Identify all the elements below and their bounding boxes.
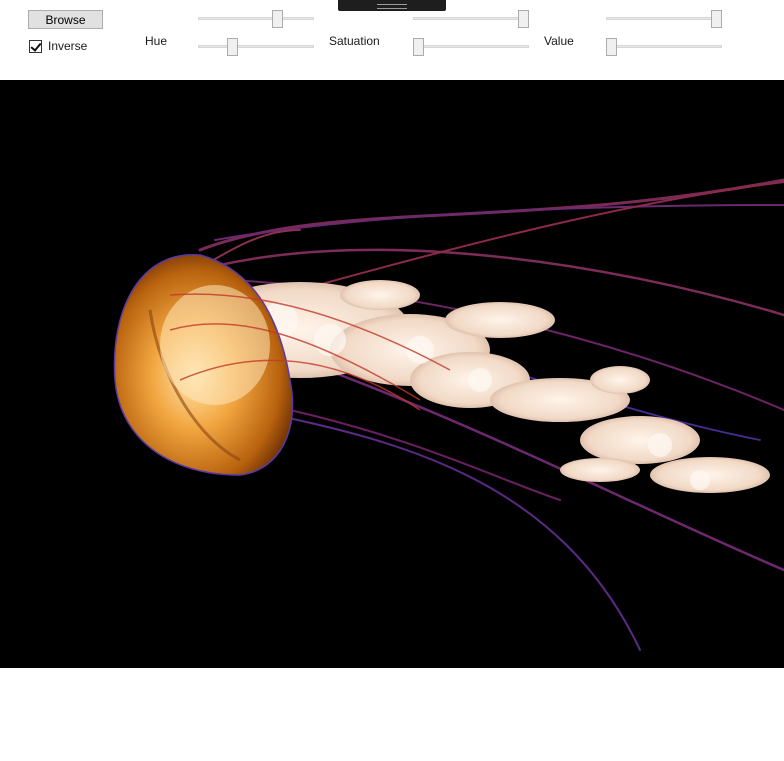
slider-track [606,45,722,48]
value-min-slider[interactable] [606,37,722,57]
slider-track [198,17,314,20]
inverse-checkbox-row[interactable]: Inverse [29,39,87,53]
slider-thumb[interactable] [272,10,284,28]
slider-thumb[interactable] [606,38,617,56]
hue-label: Hue [145,34,168,48]
toolbar: Browse Inverse Hue Satuation Value [0,0,784,80]
saturation-max-slider[interactable] [413,9,529,29]
inverse-checkbox[interactable] [29,39,42,53]
value-label: Value [544,34,574,48]
slider-track [198,45,314,48]
slider-track [413,45,529,48]
saturation-min-slider[interactable] [413,37,529,57]
image-display [0,80,784,668]
hue-max-slider[interactable] [198,9,314,29]
saturation-label: Satuation [329,34,380,48]
browse-button[interactable]: Browse [28,10,103,29]
hue-min-slider[interactable] [198,37,314,57]
inverse-label: Inverse [48,39,88,53]
slider-thumb[interactable] [710,10,722,28]
slider-thumb[interactable] [413,38,424,56]
slider-thumb[interactable] [517,10,529,28]
slider-track [606,17,722,20]
slider-track [413,17,529,20]
slider-thumb[interactable] [226,38,238,56]
jellyfish-image [0,80,784,668]
value-max-slider[interactable] [606,9,722,29]
